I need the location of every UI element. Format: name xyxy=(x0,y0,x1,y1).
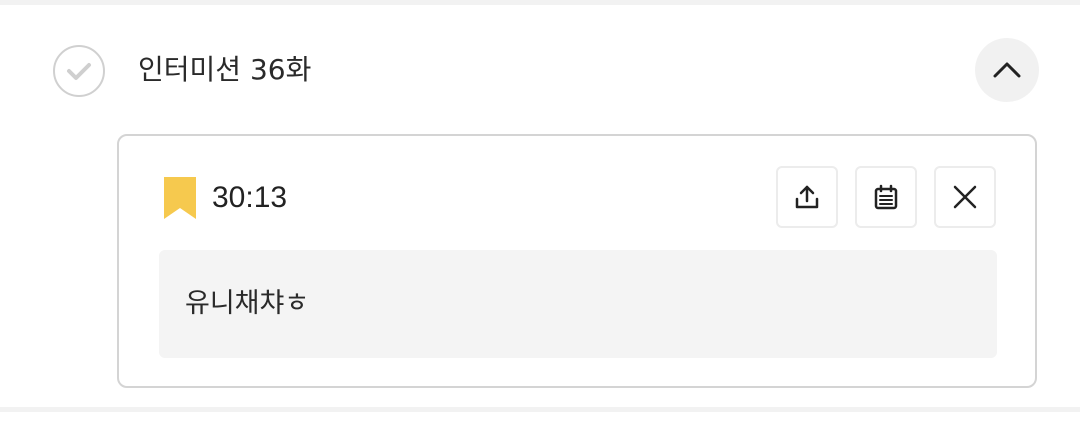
chevron-up-icon xyxy=(993,62,1021,78)
top-divider xyxy=(0,0,1080,5)
episode-memo-section: 인터미션 36화 30:13 유니채챠ㅎ xyxy=(0,0,1080,432)
close-button[interactable] xyxy=(934,166,996,228)
share-button[interactable] xyxy=(776,166,838,228)
close-icon xyxy=(953,185,977,209)
collapse-button[interactable] xyxy=(975,38,1039,102)
memo-text: 유니채챠ㅎ xyxy=(185,288,310,319)
memo-timestamp[interactable]: 30:13 xyxy=(212,180,287,216)
episode-header: 인터미션 36화 xyxy=(0,38,1080,104)
episode-title: 인터미션 36화 xyxy=(138,53,312,86)
memo-card: 30:13 유니채챠ㅎ xyxy=(117,134,1037,388)
bottom-divider xyxy=(0,407,1080,412)
share-icon xyxy=(795,185,819,209)
calendar-button[interactable] xyxy=(855,166,917,228)
calendar-icon xyxy=(874,184,898,210)
memo-text-box[interactable]: 유니채챠ㅎ xyxy=(159,250,997,358)
watched-check-icon[interactable] xyxy=(53,45,105,97)
bookmark-icon xyxy=(164,177,196,219)
